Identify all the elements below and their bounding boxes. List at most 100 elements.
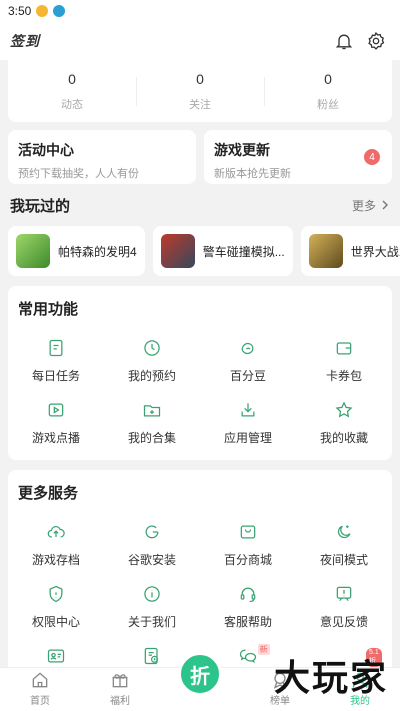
activity-subtitle: 预约下载抽奖，人人有份 [18, 168, 139, 180]
grid-item[interactable]: 卡券包 [296, 330, 392, 392]
wechat-icon [239, 649, 257, 664]
grid-item[interactable]: 应用管理 [200, 392, 296, 454]
tab-home[interactable]: 首页 [0, 668, 80, 711]
grid-item[interactable]: 我的预约 [104, 330, 200, 392]
stat-num: 0 [196, 70, 204, 87]
grid-item[interactable]: 关于我们 [104, 576, 200, 638]
stat-fans[interactable]: 0 粉丝 [264, 71, 392, 112]
grid-item[interactable]: 百分豆 [200, 330, 296, 392]
game-item[interactable]: 警车碰撞模拟... [152, 226, 293, 276]
bean-icon [241, 342, 254, 355]
more-label: 更多 [351, 198, 376, 213]
grid-item-label: 百分豆 [229, 369, 266, 383]
grid-item[interactable]: 我的合集 [104, 392, 200, 454]
game-thumbnail [160, 234, 195, 268]
stat-label: 动态 [61, 98, 83, 111]
sign-in-button[interactable]: 签到 [10, 31, 40, 51]
grid-item[interactable]: 百分商城 [200, 514, 296, 576]
shop-icon [240, 525, 256, 539]
played-title: 我玩过的 [10, 197, 71, 215]
services-header: 更多服务 [8, 470, 392, 514]
update-subtitle: 新版本抢先更新 [214, 168, 291, 180]
grid-item[interactable]: 游戏存档 [8, 514, 104, 576]
grid-item[interactable]: 客服帮助 [200, 576, 296, 638]
grid-item-label: 夜间模式 [319, 553, 368, 567]
grid-item-label: 百分商城 [223, 553, 272, 567]
discount-button[interactable]: 折 [178, 652, 222, 696]
grid-item[interactable]: 实名认证 [8, 638, 104, 667]
played-games-list[interactable]: 帕特森的发明4 警车碰撞模拟... 世界大战1 [0, 226, 400, 276]
grid-item-label: 我的收藏 [319, 431, 368, 445]
grid-item-label: 每日任务 [31, 369, 80, 383]
update-title: 游戏更新 [214, 142, 270, 158]
activity-title: 活动中心 [18, 142, 74, 158]
game-name: 警车碰撞模拟... [202, 244, 285, 259]
bell-icon[interactable] [330, 27, 358, 55]
common-title: 常用功能 [18, 300, 79, 318]
cloud-icon [47, 526, 65, 538]
status-app-icon [36, 5, 49, 17]
stat-num: 0 [68, 70, 76, 87]
status-bar: 3:50 [0, 0, 400, 22]
gift-icon [112, 674, 128, 688]
grid-item[interactable]: 意见反馈 [296, 576, 392, 638]
task-icon [49, 339, 63, 357]
chevron-right-icon [382, 200, 388, 210]
grid-item-label: 权限中心 [31, 615, 80, 629]
status-app-icon-2 [53, 5, 66, 17]
update-count-badge: 4 [364, 149, 380, 165]
stat-posts[interactable]: 0 动态 [8, 71, 136, 112]
watermark-logo: 大玩家 [273, 657, 388, 699]
stat-following[interactable]: 0 关注 [136, 71, 264, 112]
grid-item[interactable]: 游戏点播 [8, 392, 104, 454]
more-button[interactable]: 更多 [352, 197, 390, 214]
gear-icon[interactable] [362, 27, 390, 55]
activity-center-card[interactable]: 活动中心 预约下载抽奖，人人有份 [8, 130, 196, 184]
grid-item[interactable]: 每日任务 [8, 330, 104, 392]
grid-item[interactable]: 谷歌安装 [104, 514, 200, 576]
grid-item-label: 关于我们 [127, 615, 176, 629]
google-icon [145, 525, 159, 539]
history-icon [144, 647, 159, 665]
stat-label: 关注 [189, 98, 211, 111]
shield-icon [49, 585, 63, 603]
new-tag: 新 [257, 644, 270, 655]
headset-icon [240, 587, 256, 603]
info-icon [144, 586, 160, 602]
download-icon [241, 403, 255, 417]
content-scroll[interactable]: 0 动态 0 关注 0 粉丝 活动中心 预约下载抽奖，人人有份 游戏更新 新版本… [0, 60, 400, 667]
star-icon [335, 401, 353, 418]
stats-card: 0 动态 0 关注 0 粉丝 [8, 60, 392, 122]
tab-discount[interactable]: 折 5.1折 [160, 648, 382, 711]
grid-item[interactable]: 权限中心 [8, 576, 104, 638]
grid-item-label: 应用管理 [223, 431, 272, 445]
game-name: 世界大战1 [350, 244, 400, 259]
id-card-icon [47, 649, 65, 663]
play-icon [48, 403, 64, 417]
grid-item-label: 意见反馈 [319, 615, 368, 629]
grid-item[interactable]: 夜间模式 [296, 514, 392, 576]
services-title: 更多服务 [18, 484, 79, 502]
game-thumbnail [16, 234, 50, 268]
grid-item-label: 客服帮助 [223, 615, 272, 629]
grid-item-label: 我的合集 [127, 431, 176, 445]
game-item[interactable]: 世界大战1 [300, 226, 400, 276]
tab-label: 首页 [30, 696, 50, 707]
grid-item-label: 我的预约 [127, 369, 176, 383]
tab-welfare[interactable]: 福利 [80, 668, 160, 711]
game-item[interactable]: 帕特森的发明4 [8, 226, 145, 276]
grid-item-label: 游戏存档 [31, 553, 80, 567]
more-services-card: 更多服务 游戏存档 谷歌安装 百分商城 夜间模式权限中心 关于我们 客服帮助 意见反馈实名认… [8, 470, 392, 667]
game-thumbnail [308, 234, 343, 268]
stat-label: 粉丝 [317, 98, 339, 111]
moon-icon [337, 525, 351, 539]
game-update-card[interactable]: 游戏更新 新版本抢先更新 4 [204, 130, 392, 184]
common-functions-card: 常用功能 每日任务 我的预约 百分豆 卡券包游戏点播 我的合集 应用管理 我的收藏 [8, 286, 392, 460]
clock-icon [144, 340, 160, 356]
status-time: 3:50 [8, 4, 32, 18]
grid-item-label: 谷歌安装 [127, 553, 176, 567]
folder-icon [143, 405, 161, 417]
app-bar: 签到 [0, 22, 400, 60]
tab-label: 福利 [110, 696, 130, 707]
grid-item[interactable]: 我的收藏 [296, 392, 392, 454]
